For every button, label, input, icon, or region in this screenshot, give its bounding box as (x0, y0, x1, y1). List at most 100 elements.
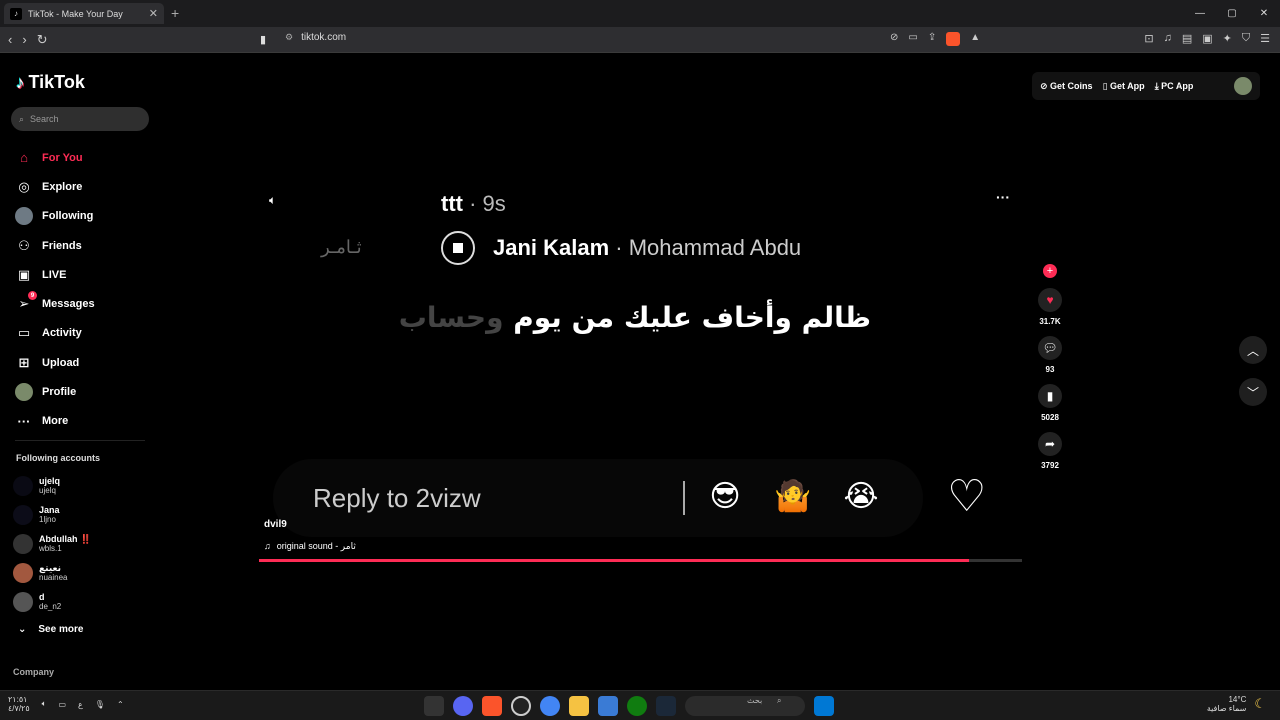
minimize-icon[interactable]: — (1184, 0, 1216, 27)
maximize-icon[interactable]: ▢ (1216, 0, 1248, 27)
site-settings-icon[interactable]: ⚙ (285, 32, 293, 43)
share-icon[interactable]: ⇪ (928, 32, 936, 46)
weather-widget[interactable]: 14°C سماء صافية ☾ (1207, 695, 1266, 713)
reload-icon[interactable]: ↻ (37, 32, 48, 48)
new-tab-icon[interactable]: + (171, 5, 179, 21)
volume-icon[interactable]: 🔈︎ (269, 193, 276, 208)
back-icon[interactable]: ‹ (8, 32, 12, 48)
save-count: 5028 (1041, 413, 1059, 422)
following-accounts-title: Following accounts (16, 453, 101, 463)
sidebar-item-live[interactable]: ▣ LIVE (15, 260, 150, 289)
list-item[interactable]: نعيتع nuainea (13, 559, 148, 588)
store-icon[interactable] (598, 696, 618, 716)
windows-start-icon[interactable] (814, 696, 834, 716)
heart-outline-icon[interactable]: ♡ (947, 475, 986, 519)
search-input[interactable]: ⌕ Search (11, 107, 149, 131)
chrome-icon[interactable] (540, 696, 560, 716)
bookmark-icon[interactable]: ▮ (260, 33, 266, 46)
brave-rewards-icon[interactable]: ▲ (970, 32, 980, 46)
file-explorer-icon[interactable] (569, 696, 589, 716)
avatar (13, 533, 33, 554)
get-app-button[interactable]: ▯ Get App (1103, 81, 1145, 92)
list-item[interactable]: d de_n2 (13, 588, 148, 617)
network-icon[interactable]: ▭ (58, 700, 66, 709)
reply-bar[interactable]: Reply to 2vizw 😎 🤷 😭 (273, 459, 923, 537)
video-player[interactable]: 🔈︎ ··· ثـامـر ttt · 9s Jani Kalam · Moha… (259, 185, 1022, 565)
vpn-icon[interactable]: ⛉ (1242, 32, 1250, 45)
screenshot-icon[interactable]: ⊡ (1144, 32, 1153, 45)
video-progress[interactable] (259, 559, 1022, 562)
like-button[interactable]: ♥ 31.7K (1030, 288, 1070, 326)
text-cursor (683, 481, 685, 515)
sidebar-icon[interactable]: ▤ (1182, 32, 1192, 45)
sidebar-item-following[interactable]: Following (15, 202, 150, 231)
close-window-icon[interactable]: ✕ (1248, 0, 1280, 27)
discord-icon[interactable] (453, 696, 473, 716)
tray-chevron-icon[interactable]: ⌃ (117, 700, 124, 709)
compass-icon: ◎ (18, 178, 30, 194)
tiktok-favicon-icon: ♪ (10, 7, 22, 20)
windows-taskbar: ٢١:٥١ ٤/٧/٢٥ 🔈︎ ▭ ع 🎙︎ ⌃ بحث ⌕ 14°C سماء صا… (0, 690, 1280, 720)
volume-tray-icon[interactable]: 🔈︎ (42, 699, 47, 709)
brave-shields-icon[interactable] (946, 32, 961, 46)
profile-avatar (15, 383, 33, 402)
send-icon: ➢ 9 (15, 291, 37, 313)
sidebar-item-explore[interactable]: ◎ Explore (15, 172, 150, 201)
activity-icon: ▭ (17, 325, 31, 341)
sidebar-item-profile[interactable]: Profile (15, 377, 150, 406)
taskbar-tray: ٢١:٥١ ٤/٧/٢٥ 🔈︎ ▭ ع 🎙︎ ⌃ (8, 695, 124, 713)
clock[interactable]: ٢١:٥١ ٤/٧/٢٥ (8, 695, 30, 713)
sidebar-item-messages[interactable]: ➢ 9 Messages (15, 289, 150, 318)
close-tab-icon[interactable]: ✕ (149, 7, 158, 20)
tiktok-note-icon: ♪ (16, 72, 25, 92)
sound-link[interactable]: ♫ original sound - ثامر (264, 541, 356, 552)
user-avatar[interactable] (1234, 77, 1252, 95)
microphone-icon[interactable]: 🎙︎ (95, 700, 105, 709)
song-line: Jani Kalam · Mohammad Abdu (441, 231, 801, 265)
url-field[interactable]: ⚙ tiktok.com (285, 32, 346, 43)
list-item[interactable]: ujelq ujelq (13, 471, 148, 500)
url-text: tiktok.com (301, 32, 347, 43)
obs-icon[interactable] (511, 696, 531, 716)
share-button[interactable]: ➦ 3792 (1030, 432, 1070, 470)
sidebar-item-friends[interactable]: ⚇ Friends (15, 231, 150, 260)
brave-icon[interactable] (482, 696, 502, 716)
action-bar: + ♥ 31.7K 💬︎ 93 ▮ 5028 ➦ 3792 (1030, 255, 1070, 470)
menu-icon[interactable]: ☰ (1260, 32, 1270, 45)
list-item[interactable]: Jana 1ljno (13, 500, 148, 529)
taskbar-search[interactable]: بحث ⌕ (685, 696, 805, 716)
previous-video-button[interactable]: ︿ (1239, 336, 1267, 364)
ai-icon[interactable]: ✦ (1223, 32, 1232, 45)
no-translate-icon[interactable]: ⊘ (890, 32, 898, 46)
save-button[interactable]: ▮ 5028 (1030, 384, 1070, 422)
comment-button[interactable]: 💬︎ 93 (1030, 336, 1070, 374)
language-indicator[interactable]: ع (78, 700, 83, 709)
get-coins-button[interactable]: ⊘ Get Coins (1040, 81, 1093, 92)
wallet-icon[interactable]: ▣ (1202, 32, 1212, 45)
steam-icon[interactable] (656, 696, 676, 716)
forward-icon[interactable]: › (22, 32, 26, 48)
tiktok-logo[interactable]: ♪ TikTok (16, 72, 85, 93)
avatar (13, 504, 33, 525)
list-item[interactable]: Abdullah ‼️ wbls.1 (13, 529, 148, 558)
more-icon: ··· (17, 413, 31, 429)
sidebar-item-activity[interactable]: ▭ Activity (15, 319, 150, 348)
pc-app-button[interactable]: ⤓ PC App (1155, 81, 1194, 92)
stop-icon (441, 231, 475, 265)
task-manager-icon[interactable] (424, 696, 444, 716)
crying-emoji-icon: 😭 (843, 480, 879, 513)
home-icon: ⌂ (20, 150, 28, 166)
see-more-button[interactable]: ⌄ See more (18, 624, 83, 635)
cast-icon[interactable]: ▭ (908, 32, 917, 46)
sidebar-item-upload[interactable]: ⊞ Upload (15, 348, 150, 377)
company-link[interactable]: Company (13, 667, 54, 677)
xbox-icon[interactable] (627, 696, 647, 716)
next-video-button[interactable]: ﹀ (1239, 378, 1267, 406)
more-options-icon[interactable]: ··· (996, 189, 1010, 205)
browser-tab[interactable]: ♪ TikTok - Make Your Day ✕ (4, 3, 164, 24)
music-icon[interactable]: ♫ (1164, 32, 1172, 45)
follow-plus-icon[interactable]: + (1043, 264, 1057, 278)
sidebar-item-more[interactable]: ··· More (15, 407, 150, 436)
sidebar-item-for-you[interactable]: ⌂ For You (15, 143, 150, 172)
video-author[interactable]: dvil9 (264, 519, 287, 530)
